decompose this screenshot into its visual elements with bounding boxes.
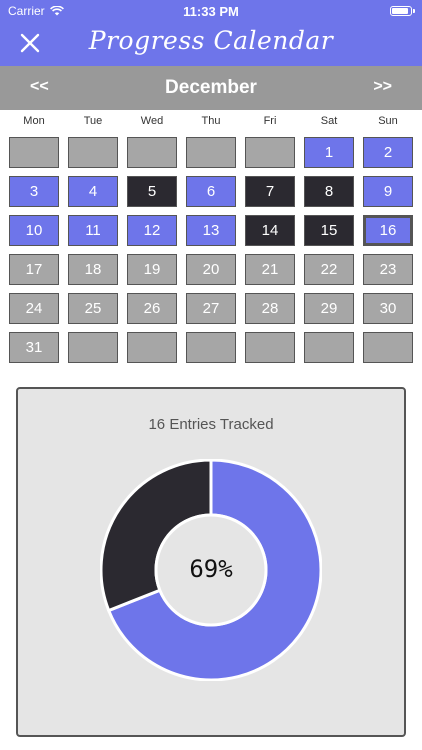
status-bar: Carrier 11:33 PM: [0, 0, 422, 22]
weekday-header: Mon Tue Wed Thu Fri Sat Sun: [0, 115, 422, 131]
calendar-empty-cell: [68, 332, 118, 363]
page-title: Progress Calendar: [88, 26, 334, 55]
calendar-day[interactable]: 24: [9, 293, 59, 324]
calendar-day[interactable]: 8: [304, 176, 354, 207]
calendar-empty-cell: [363, 332, 413, 363]
weekday-label: Sun: [378, 115, 398, 127]
calendar-day[interactable]: 1: [304, 137, 354, 168]
calendar-day[interactable]: 19: [127, 254, 177, 285]
weekday-label: Thu: [201, 115, 221, 127]
calendar-day[interactable]: 30: [363, 293, 413, 324]
calendar-day[interactable]: 7: [245, 176, 295, 207]
calendar-day[interactable]: 22: [304, 254, 354, 285]
app-header: Carrier 11:33 PM Progress Calendar: [0, 0, 422, 66]
calendar-day[interactable]: 23: [363, 254, 413, 285]
calendar-day[interactable]: 9: [363, 176, 413, 207]
calendar-empty-cell: [127, 332, 177, 363]
calendar-day[interactable]: 5: [127, 176, 177, 207]
calendar-empty-cell: [186, 332, 236, 363]
calendar-empty-cell: [9, 137, 59, 168]
progress-summary-card: 16 Entries Tracked 69%: [16, 387, 406, 737]
calendar-day[interactable]: 28: [245, 293, 295, 324]
progress-percent: 69%: [189, 555, 233, 583]
battery-icon: [390, 6, 415, 16]
calendar-day[interactable]: 26: [127, 293, 177, 324]
calendar-day[interactable]: 21: [245, 254, 295, 285]
calendar-empty-cell: [186, 137, 236, 168]
calendar-empty-cell: [304, 332, 354, 363]
calendar-day[interactable]: 18: [68, 254, 118, 285]
weekday-label: Tue: [83, 115, 103, 127]
weekday-label: Wed: [140, 115, 164, 127]
calendar-day[interactable]: 17: [9, 254, 59, 285]
calendar-day[interactable]: 6: [186, 176, 236, 207]
calendar-day[interactable]: 12: [127, 215, 177, 246]
weekday-label: Fri: [263, 115, 277, 127]
month-navigation: << December >>: [0, 66, 422, 110]
status-time: 11:33 PM: [183, 4, 239, 19]
entries-tracked-label: 16 Entries Tracked: [148, 416, 274, 433]
calendar-empty-cell: [245, 332, 295, 363]
calendar-day[interactable]: 11: [68, 215, 118, 246]
next-month-button[interactable]: >>: [373, 78, 392, 96]
calendar-empty-cell: [127, 137, 177, 168]
calendar-day[interactable]: 16: [363, 215, 413, 246]
calendar-day[interactable]: 29: [304, 293, 354, 324]
month-title: December: [165, 77, 257, 98]
calendar-day[interactable]: 25: [68, 293, 118, 324]
calendar-day[interactable]: 2: [363, 137, 413, 168]
calendar-day[interactable]: 4: [68, 176, 118, 207]
calendar-day[interactable]: 14: [245, 215, 295, 246]
calendar-day[interactable]: 13: [186, 215, 236, 246]
calendar-day[interactable]: 20: [186, 254, 236, 285]
calendar-day[interactable]: 10: [9, 215, 59, 246]
calendar-empty-cell: [68, 137, 118, 168]
weekday-label: Sat: [320, 115, 338, 127]
calendar-day[interactable]: 31: [9, 332, 59, 363]
calendar-empty-cell: [245, 137, 295, 168]
calendar-day[interactable]: 15: [304, 215, 354, 246]
calendar-day[interactable]: 3: [9, 176, 59, 207]
calendar-day[interactable]: 27: [186, 293, 236, 324]
weekday-label: Mon: [23, 115, 45, 127]
